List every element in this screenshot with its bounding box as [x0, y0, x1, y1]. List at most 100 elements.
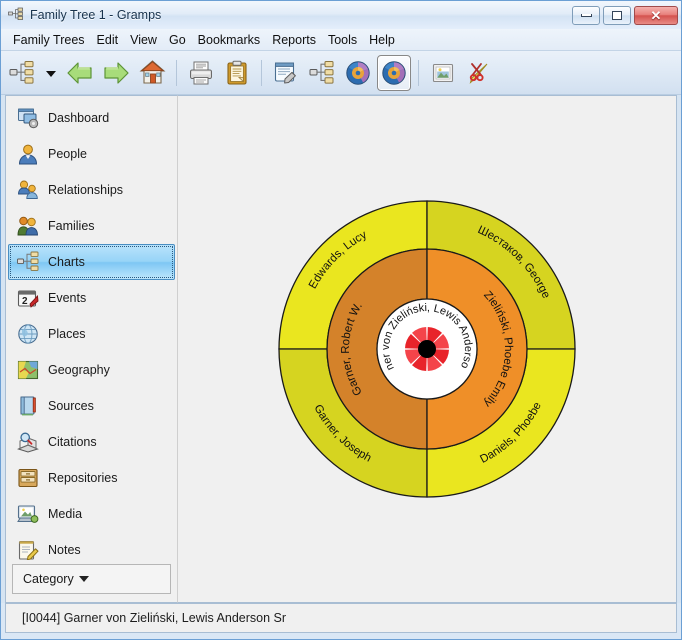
families-icon — [17, 215, 39, 237]
gramps-window: Family Tree 1 - Gramps ✕ Family Trees Edi… — [0, 0, 682, 640]
fan-chart-descendant-view-button[interactable] — [377, 54, 411, 91]
toolbar-dropdown-button[interactable] — [41, 55, 61, 91]
globe-icon — [17, 323, 39, 345]
status-bar-text: [I0044] Garner von Zieliński, Lewis Ande… — [22, 611, 287, 625]
sidebar-item-label: Geography — [48, 363, 110, 377]
clipboard-icon — [225, 60, 249, 86]
sidebar-item-label: Media — [48, 507, 83, 521]
home-icon — [139, 59, 166, 86]
configure-view-icon — [273, 60, 299, 86]
menu-edit[interactable]: Edit — [91, 31, 125, 49]
sidebar-item-citations[interactable]: Citations — [8, 424, 175, 460]
family-tree-icon — [309, 60, 335, 86]
close-icon: ✕ — [650, 7, 662, 23]
sidebar-item-relationships[interactable]: Relationships — [8, 172, 175, 208]
scissors-icon — [467, 61, 491, 85]
sidebar-item-label: Repositories — [48, 471, 118, 485]
map-icon — [17, 359, 39, 381]
menu-go[interactable]: Go — [163, 31, 192, 49]
toolbar-separator — [261, 59, 262, 86]
menu-family-trees[interactable]: Family Trees — [7, 31, 91, 49]
category-button-label: Category — [23, 572, 74, 587]
media-icon — [17, 503, 39, 525]
menu-reports[interactable]: Reports — [266, 31, 322, 49]
media-preview-button[interactable] — [426, 55, 460, 91]
status-bar: [I0044] Garner von Zieliński, Lewis Ande… — [5, 603, 677, 633]
menu-view[interactable]: View — [124, 31, 163, 49]
sidebar-item-label: Families — [48, 219, 95, 233]
sidebar-item-charts[interactable]: Charts — [8, 244, 175, 280]
toolbar-separator — [418, 59, 419, 86]
chart-content-area: Edwards, Lucy Шестаков, George Garner, Jos… — [177, 95, 677, 603]
print-button[interactable] — [184, 55, 218, 91]
maximize-button[interactable] — [603, 5, 631, 25]
fan-chart-view-button[interactable] — [341, 55, 375, 91]
book-icon — [17, 395, 39, 417]
caret-down-icon — [78, 576, 89, 583]
open-family-tree-button[interactable] — [5, 55, 39, 91]
sidebar-item-label: Relationships — [48, 183, 124, 197]
sidebar-item-people[interactable]: People — [8, 136, 175, 172]
pedigree-view-button[interactable] — [305, 55, 339, 91]
sidebar-item-label: Citations — [48, 435, 97, 449]
sidebar-item-repositories[interactable]: Repositories — [8, 460, 175, 496]
menu-bookmarks[interactable]: Bookmarks — [192, 31, 267, 49]
window-title: Family Tree 1 - Gramps — [30, 8, 162, 22]
minimize-button[interactable] — [572, 5, 600, 25]
family-tree-icon — [8, 7, 24, 23]
sidebar-item-geography[interactable]: Geography — [8, 352, 175, 388]
sidebar-item-label: Dashboard — [48, 111, 110, 125]
dashboard-icon — [17, 107, 39, 129]
archive-icon — [17, 467, 39, 489]
main-body: Dashboard People Relationships Families … — [1, 95, 681, 603]
window-controls: ✕ — [572, 5, 678, 25]
image-icon — [432, 62, 454, 84]
sidebar-item-sources[interactable]: Sources — [8, 388, 175, 424]
notes-icon — [17, 539, 39, 561]
navigation-sidebar: Dashboard People Relationships Families … — [5, 95, 177, 603]
menu-bar: Family Trees Edit View Go Bookmarks Reports To… — [1, 29, 681, 51]
clip-editor-button[interactable] — [462, 55, 496, 91]
sidebar-item-notes[interactable]: Notes — [8, 532, 175, 561]
sidebar-item-families[interactable]: Families — [8, 208, 175, 244]
sidebar-item-label: Events — [48, 291, 87, 305]
sidebar-item-events[interactable]: 2 Events — [8, 280, 175, 316]
sidebar-item-media[interactable]: Media — [8, 496, 175, 532]
home-person-button[interactable] — [135, 55, 169, 91]
forward-button[interactable] — [99, 55, 133, 91]
family-tree-icon — [9, 60, 35, 86]
configure-view-button[interactable] — [269, 55, 303, 91]
toolbar-separator — [176, 59, 177, 86]
fan-chart-icon — [381, 60, 407, 86]
title-bar: Family Tree 1 - Gramps ✕ — [1, 1, 681, 29]
charts-icon — [17, 251, 39, 273]
sidebar-item-label: Charts — [48, 255, 85, 269]
arrow-left-icon — [66, 60, 94, 86]
sidebar-nav-list: Dashboard People Relationships Families … — [6, 100, 177, 561]
sidebar-item-label: Places — [48, 327, 86, 341]
tool-bar — [1, 51, 681, 95]
sidebar-item-dashboard[interactable]: Dashboard — [8, 100, 175, 136]
menu-help[interactable]: Help — [363, 31, 401, 49]
chevron-down-icon — [44, 66, 58, 80]
sidebar-item-places[interactable]: Places — [8, 316, 175, 352]
relationships-icon — [17, 179, 39, 201]
reports-button[interactable] — [220, 55, 254, 91]
svg-text:2: 2 — [22, 296, 28, 307]
fan-chart-svg[interactable]: Edwards, Lucy Шестаков, GeorgeGarner, Jos… — [262, 184, 592, 514]
close-button[interactable]: ✕ — [634, 5, 678, 25]
arrow-right-icon — [102, 60, 130, 86]
sidebar-item-label: Notes — [48, 543, 81, 557]
category-button[interactable]: Category — [12, 564, 171, 594]
printer-icon — [188, 60, 214, 86]
menu-tools[interactable]: Tools — [322, 31, 363, 49]
sidebar-item-label: Sources — [48, 399, 94, 413]
person-icon — [17, 143, 39, 165]
fan-chart-icon — [345, 60, 371, 86]
fan-chart[interactable]: Edwards, Lucy Шестаков, George Garner, Jos… — [178, 96, 676, 602]
center-hub — [418, 340, 436, 358]
back-button[interactable] — [63, 55, 97, 91]
sidebar-item-label: People — [48, 147, 87, 161]
citation-icon — [17, 431, 39, 453]
calendar-icon: 2 — [17, 287, 39, 309]
